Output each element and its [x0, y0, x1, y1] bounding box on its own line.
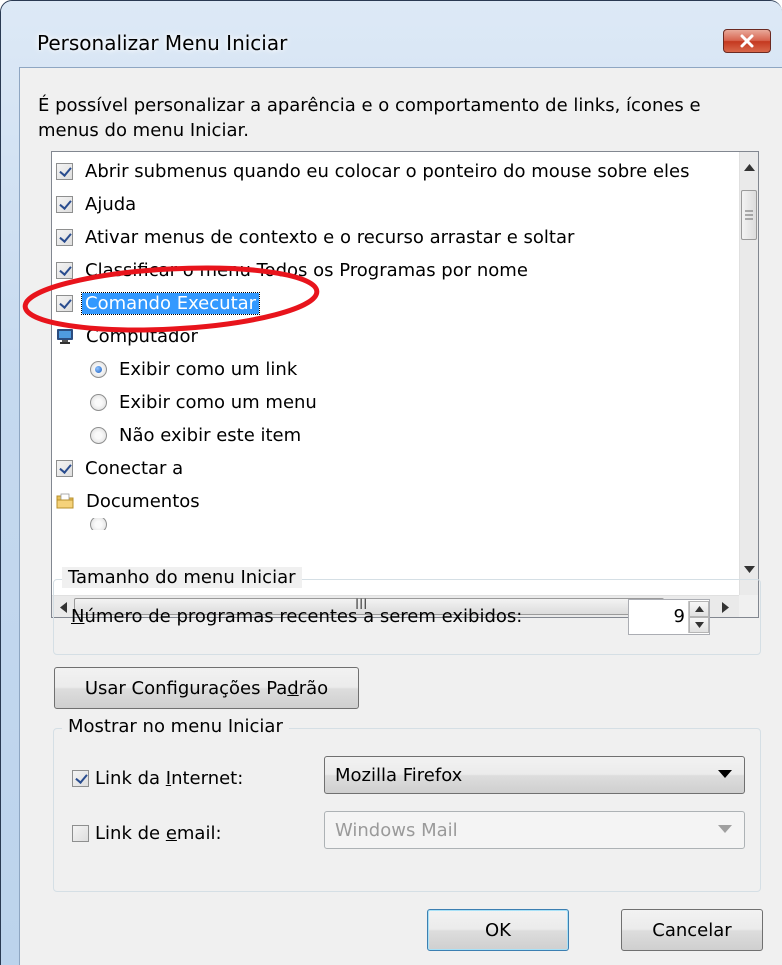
email-link-row[interactable]: Link de email:	[72, 817, 222, 849]
list-item[interactable]: Classificar o menu Todos os Programas po…	[56, 254, 528, 286]
chevron-down-icon	[718, 770, 732, 778]
selected-item-label: Comando Executar	[80, 291, 261, 315]
spinner-buttons	[688, 601, 709, 633]
list-item[interactable]: Abrir submenus quando eu colocar o ponte…	[56, 155, 690, 187]
radio-button[interactable]	[90, 360, 107, 378]
spin-up-arrow-icon	[695, 606, 704, 612]
list-item[interactable]: Documentos	[56, 485, 200, 517]
scroll-down-arrow-icon[interactable]	[744, 566, 755, 573]
close-icon	[740, 34, 754, 48]
email-link-checkbox[interactable]	[72, 824, 89, 842]
list-item[interactable]: Não exibir este item	[90, 419, 301, 451]
list-item-selected[interactable]: Comando Executar	[56, 287, 261, 319]
spinner-up-button[interactable]	[689, 601, 709, 617]
checkbox[interactable]	[56, 261, 73, 279]
internet-link-row[interactable]: Link da Internet:	[72, 762, 243, 794]
radio-button	[90, 518, 107, 530]
spin-down-arrow-icon	[695, 622, 704, 628]
recent-programs-label: Número de programas recentes a serem exi…	[71, 606, 523, 627]
dialog-body: É possível personalizar a aparência e o …	[19, 67, 782, 965]
spinner-down-button[interactable]	[689, 617, 709, 633]
email-link-label: Link de email:	[95, 822, 222, 844]
email-client-select[interactable]: Windows Mail	[324, 811, 745, 849]
list-item[interactable]: Conectar a	[56, 452, 183, 484]
vertical-scroll-thumb[interactable]	[741, 190, 757, 240]
scroll-up-arrow-icon[interactable]	[744, 164, 755, 171]
dialog-title: Personalizar Menu Iniciar	[37, 31, 288, 55]
show-in-menu-group	[53, 728, 761, 892]
documents-folder-icon	[56, 493, 74, 509]
checkbox[interactable]	[56, 459, 73, 477]
checkbox[interactable]	[56, 294, 73, 312]
recent-programs-spinner[interactable]: 9	[628, 599, 710, 635]
ok-button[interactable]: OK	[427, 909, 569, 951]
internet-link-label: Link da Internet:	[95, 767, 244, 789]
use-default-settings-button[interactable]: Usar Configurações Pa d rão	[54, 667, 359, 709]
options-listbox[interactable]: Abrir submenus quando eu colocar o ponte…	[51, 151, 759, 618]
dialog-window: Personalizar Menu Iniciar É possível per…	[0, 0, 782, 965]
checkbox[interactable]	[56, 162, 73, 180]
list-item[interactable]: Ativar menus de contexto e o recurso arr…	[56, 221, 574, 253]
radio-button[interactable]	[90, 426, 107, 444]
list-item-partial	[90, 518, 107, 530]
checkbox[interactable]	[56, 195, 73, 213]
list-item[interactable]: Exibir como um link	[90, 353, 297, 385]
description-text: É possível personalizar a aparência e o …	[38, 95, 701, 141]
vertical-scrollbar[interactable]	[739, 152, 758, 595]
chevron-down-icon	[718, 825, 732, 833]
recent-programs-value[interactable]: 9	[629, 606, 685, 627]
internet-link-checkbox[interactable]	[72, 769, 89, 787]
radio-button[interactable]	[90, 393, 107, 411]
internet-browser-select[interactable]: Mozilla Firefox	[324, 756, 745, 794]
email-client-value: Windows Mail	[335, 819, 458, 841]
menu-size-legend: Tamanho do menu Iniciar	[62, 567, 302, 588]
show-in-menu-legend: Mostrar no menu Iniciar	[62, 716, 289, 737]
computer-icon	[57, 329, 73, 344]
title-bar[interactable]: Personalizar Menu Iniciar	[1, 1, 782, 65]
list-item[interactable]: Computador	[56, 320, 198, 352]
list-item[interactable]: Exibir como um menu	[90, 386, 317, 418]
list-item[interactable]: Ajuda	[56, 188, 136, 220]
checkbox[interactable]	[56, 228, 73, 246]
grip-icon	[745, 210, 753, 220]
close-button[interactable]	[723, 29, 771, 53]
cancel-button[interactable]: Cancelar	[621, 909, 763, 951]
internet-browser-value: Mozilla Firefox	[335, 764, 463, 786]
